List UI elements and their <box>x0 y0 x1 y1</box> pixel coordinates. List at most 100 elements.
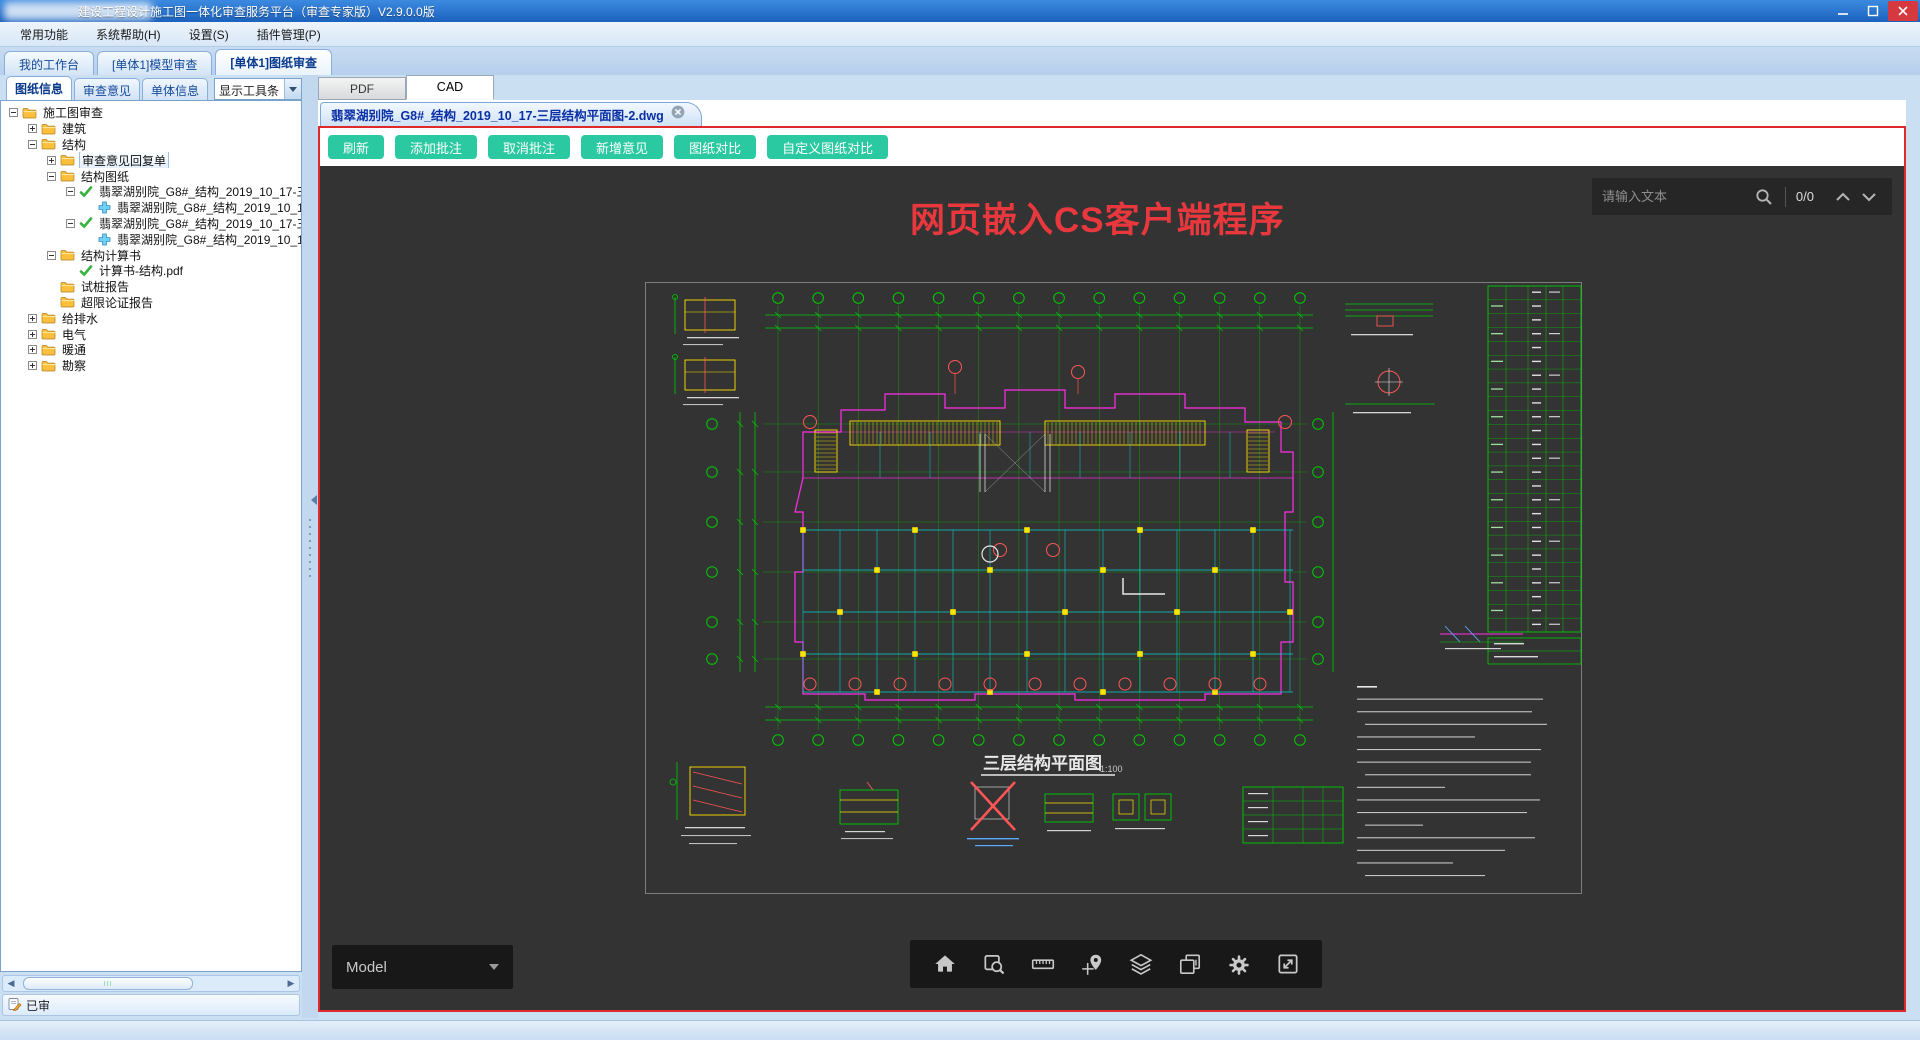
check-icon <box>79 217 93 229</box>
left-tab-1[interactable]: 图纸信息 <box>6 76 73 100</box>
tree-item-6[interactable]: 翡翠湖别院_G8#_结构_2019_10_17-三 <box>3 184 301 200</box>
tree-item-14[interactable]: 给排水 <box>3 310 301 326</box>
document-tab-label: 翡翠湖别院_G8#_结构_2019_10_17-三层结构平面图-2.dwg <box>331 109 664 123</box>
cad-toolbar-button-1[interactable]: 刷新 <box>328 135 385 159</box>
tree-item-label: 施工图审查 <box>43 106 104 121</box>
cad-toolbar-button-3[interactable]: 取消批注 <box>488 135 571 159</box>
document-tab[interactable]: 翡翠湖别院_G8#_结构_2019_10_17-三层结构平面图-2.dwg <box>320 102 702 126</box>
tree-item-17[interactable]: 勘察 <box>3 358 301 374</box>
search-icon[interactable] <box>1751 184 1777 210</box>
scroll-right-icon[interactable]: ▶ <box>283 976 299 991</box>
fullscreen-icon[interactable] <box>1271 947 1305 981</box>
folder-icon <box>60 296 75 308</box>
tree-item-11[interactable]: 计算书-结构.pdf <box>3 263 301 279</box>
drawing-info-panel: 图纸信息 审查意见 单体信息 显示工具条 施工图审查 建筑 结构 审查意见回复单 结构图纸 翡翠… <box>0 75 302 1018</box>
tree-item-4[interactable]: 审查意见回复单 <box>3 152 301 169</box>
cad-toolbar-button-5[interactable]: 图纸对比 <box>674 135 757 159</box>
scrollbar-thumb[interactable] <box>23 977 193 990</box>
folder-icon <box>41 312 56 324</box>
tree-item-13[interactable]: 超限论证报告 <box>3 295 301 311</box>
tree-item-7[interactable]: 翡翠湖别院_G8#_结构_2019_10_1 <box>3 200 301 216</box>
ruler-icon[interactable] <box>1026 947 1060 981</box>
main-tab-1[interactable]: 我的工作台 <box>4 51 95 75</box>
coordinate-marker-icon[interactable] <box>1075 947 1109 981</box>
title-bar: 建设工程设计施工图一体化审查服务平台（审查专家版）V2.9.0.0版 <box>0 0 1920 22</box>
tree-item-5[interactable]: 结构图纸 <box>3 168 301 184</box>
review-status-label: 已审 <box>26 998 51 1013</box>
menu-item-2[interactable]: 系统帮助(H) <box>82 22 175 47</box>
main-tab-3[interactable]: [单体1]图纸审查 <box>215 49 333 75</box>
main-tab-bar: 我的工作台 [单体1]模型审查 [单体1]图纸审查 <box>0 47 1920 75</box>
left-tab-2[interactable]: 审查意见 <box>74 78 141 100</box>
expander-plus-icon[interactable] <box>28 124 37 134</box>
expander-minus-icon[interactable] <box>28 139 37 149</box>
format-tab-cad[interactable]: CAD <box>406 75 494 100</box>
chevron-down-icon[interactable] <box>1856 184 1882 210</box>
layers-icon[interactable] <box>1124 947 1158 981</box>
folder-icon <box>41 123 56 135</box>
expander-plus-icon[interactable] <box>47 155 56 165</box>
chevron-up-icon[interactable] <box>1830 184 1856 210</box>
collapse-panel-icon[interactable] <box>306 495 317 505</box>
chevron-down-icon <box>489 964 499 975</box>
chevron-down-icon[interactable] <box>284 79 301 99</box>
menu-bar: 常用功能 系统帮助(H) 设置(S) 插件管理(P) <box>0 22 1920 47</box>
cad-toolbar-button-4[interactable]: 新增意见 <box>581 135 664 159</box>
expander-plus-icon[interactable] <box>28 345 37 355</box>
tree-item-16[interactable]: 暖通 <box>3 342 301 358</box>
left-tab-bar: 图纸信息 审查意见 单体信息 显示工具条 <box>0 75 302 100</box>
folder-icon <box>60 154 75 166</box>
folder-icon <box>41 344 56 356</box>
expander-minus-icon[interactable] <box>47 250 56 260</box>
tree-item-label: 暖通 <box>62 343 87 358</box>
menu-item-3[interactable]: 设置(S) <box>175 22 243 47</box>
maximize-button[interactable] <box>1858 1 1888 21</box>
tree-item-2[interactable]: 建筑 <box>3 121 301 137</box>
tree-item-15[interactable]: 电气 <box>3 326 301 342</box>
folder-icon <box>60 170 75 182</box>
expander-plus-icon[interactable] <box>28 313 37 323</box>
home-icon[interactable] <box>928 947 962 981</box>
cad-drawing[interactable]: 三层结构平面图1:100 <box>645 282 1582 894</box>
layout-model-selector[interactable]: Model <box>332 945 513 989</box>
cad-canvas[interactable]: 网页嵌入CS客户端程序 0/0 <box>320 166 1904 1010</box>
check-icon <box>79 186 93 198</box>
tree-item-3[interactable]: 结构 <box>3 137 301 153</box>
format-tab-pdf[interactable]: PDF <box>318 77 406 100</box>
left-tab-3[interactable]: 单体信息 <box>142 78 209 100</box>
cad-toolbar-button-2[interactable]: 添加批注 <box>395 135 478 159</box>
expander-minus-icon[interactable] <box>9 108 18 118</box>
cad-toolbar: 刷新 添加批注 取消批注 新增意见 图纸对比 自定义图纸对比 <box>320 128 1904 166</box>
tree-item-label: 结构 <box>62 138 87 152</box>
minimize-button[interactable] <box>1828 1 1858 21</box>
tree-item-label: 建筑 <box>62 122 87 137</box>
settings-icon[interactable] <box>1222 947 1256 981</box>
tree-item-12[interactable]: 试桩报告 <box>3 279 301 295</box>
close-button[interactable] <box>1888 1 1918 21</box>
expander-plus-icon[interactable] <box>28 329 37 339</box>
cad-toolbar-button-6[interactable]: 自定义图纸对比 <box>767 135 889 159</box>
close-icon[interactable] <box>671 105 685 124</box>
cad-embed-frame: 刷新添加批注取消批注新增意见图纸对比自定义图纸对比 网页嵌入CS客户端程序 0/… <box>318 126 1906 1012</box>
show-toolbar-select[interactable]: 显示工具条 <box>214 78 302 100</box>
menu-item-1[interactable]: 常用功能 <box>6 22 82 47</box>
tree-item-label: 审查意见回复单 <box>79 152 170 169</box>
search-input[interactable] <box>1602 189 1751 204</box>
expander-minus-icon[interactable] <box>66 187 75 197</box>
scroll-left-icon[interactable]: ◀ <box>3 976 19 991</box>
expander-plus-icon[interactable] <box>28 361 37 371</box>
tree-item-8[interactable]: 翡翠湖别院_G8#_结构_2019_10_17-三 <box>3 216 301 232</box>
expander-minus-icon[interactable] <box>66 218 75 228</box>
viewports-icon[interactable] <box>1173 947 1207 981</box>
menu-item-4[interactable]: 插件管理(P) <box>243 22 335 47</box>
panel-splitter[interactable] <box>302 75 318 1018</box>
tree-item-10[interactable]: 结构计算书 <box>3 247 301 263</box>
tree-item-9[interactable]: 翡翠湖别院_G8#_结构_2019_10_1 <box>3 231 301 247</box>
expander-minus-icon[interactable] <box>47 171 56 181</box>
tree-horizontal-scrollbar[interactable]: ◀ ▶ <box>2 975 300 992</box>
zoom-window-icon[interactable] <box>977 947 1011 981</box>
splitter-grip[interactable] <box>309 519 311 579</box>
main-tab-2[interactable]: [单体1]模型审查 <box>97 51 213 75</box>
folder-icon <box>41 328 56 340</box>
tree-item-1[interactable]: 施工图审查 <box>3 105 301 121</box>
